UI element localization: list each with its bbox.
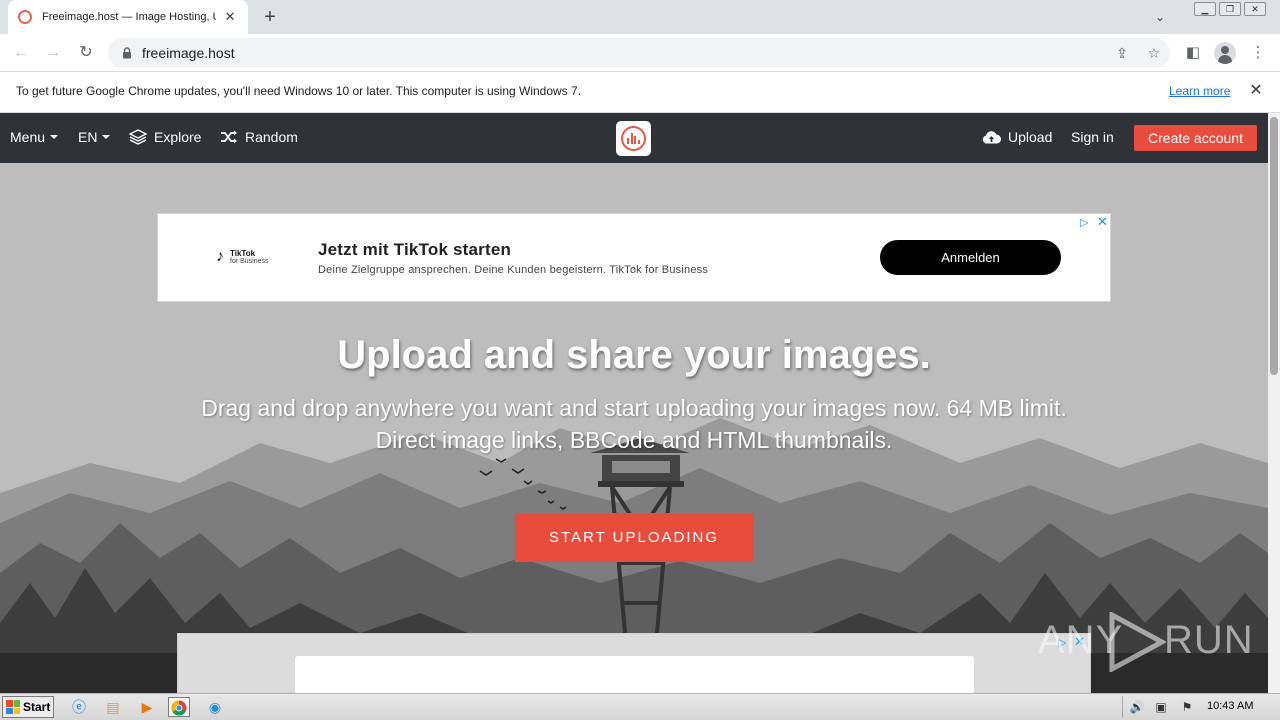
page-scrollbar[interactable] <box>1268 113 1280 693</box>
hero-title: Upload and share your images. <box>337 333 931 377</box>
layers-icon <box>129 129 147 145</box>
random-link[interactable]: Random <box>220 129 298 145</box>
language-dropdown[interactable]: EN <box>78 129 111 145</box>
reload-icon[interactable]: ↻ <box>75 42 97 64</box>
edge-icon[interactable]: ◉ <box>204 697 226 717</box>
learn-more-link[interactable]: Learn more <box>1169 84 1230 98</box>
lock-icon <box>123 47 131 59</box>
menu-dropdown[interactable]: Menu <box>10 129 59 145</box>
system-tray: 🔊 ▣ ⚑ 10:43 AM <box>1122 696 1278 718</box>
windows-flag-icon <box>6 700 20 714</box>
menu-label: Menu <box>10 129 46 145</box>
ad-close-icon[interactable]: ✕ <box>1097 214 1108 230</box>
browser-toolbar: ← → ↻ freeimage.host ⇪ ☆ ◧ ⋮ <box>0 34 1280 72</box>
action-center-flag-icon[interactable]: ⚑ <box>1179 699 1195 715</box>
profile-avatar-icon[interactable] <box>1214 42 1236 64</box>
logo-bars-icon <box>627 133 640 144</box>
file-explorer-icon[interactable]: ▤ <box>102 697 124 717</box>
anyrun-watermark: ANY RUN <box>1038 610 1253 672</box>
infobar-message: To get future Google Chrome updates, you… <box>16 84 582 98</box>
play-triangle-icon <box>1109 612 1166 672</box>
tiktok-logo: ♪ TikTok for Business <box>216 248 269 265</box>
bookmark-star-icon[interactable]: ☆ <box>1145 44 1163 62</box>
start-uploading-button[interactable]: START UPLOADING <box>515 513 753 562</box>
ad-subtitle: Deine Zielgruppe ansprechen. Deine Kunde… <box>318 264 709 276</box>
bottom-ad-banner[interactable]: ▷ ✕ <box>177 633 1091 693</box>
tab-search-icon[interactable]: ⌄ <box>1150 7 1170 27</box>
side-panel-icon[interactable]: ◧ <box>1182 42 1204 64</box>
random-label: Random <box>245 129 298 145</box>
explore-label: Explore <box>154 129 202 145</box>
forward-arrow-icon[interactable]: → <box>42 42 64 64</box>
ad-title: Jetzt mit TikTok starten <box>318 240 512 259</box>
ad-signup-button[interactable]: Anmelden <box>880 240 1061 275</box>
site-logo[interactable] <box>616 121 651 156</box>
hero-subtitle-line-2: Direct image links, BBCode and HTML thum… <box>375 427 893 453</box>
cloud-upload-icon <box>982 131 1001 144</box>
site-header: Menu EN Explore Random Upload Sign in Cr… <box>0 113 1268 163</box>
restore-icon[interactable]: ❐ <box>1219 2 1241 16</box>
browser-tab[interactable]: Freeimage.host — Image Hosting, U ✕ <box>8 0 248 34</box>
taskbar-clock[interactable]: 10:43 AM <box>1207 700 1253 712</box>
window-close-icon[interactable]: ✕ <box>1244 2 1266 16</box>
tiktok-note-icon: ♪ <box>216 248 224 265</box>
back-arrow-icon[interactable]: ← <box>10 42 32 64</box>
explore-link[interactable]: Explore <box>129 129 201 145</box>
scrollbar-thumb[interactable] <box>1270 117 1278 375</box>
browser-tab-strip: Freeimage.host — Image Hosting, U ✕ + ⌄ … <box>0 0 1280 34</box>
ad-choices-icon[interactable]: ▷ <box>1080 216 1088 229</box>
tiktok-ad-banner[interactable]: ♪ TikTok for Business Jetzt mit TikTok s… <box>157 213 1111 302</box>
create-account-button[interactable]: Create account <box>1134 125 1257 151</box>
bottom-ad-content <box>295 656 974 693</box>
tab-close-icon[interactable]: ✕ <box>222 9 238 25</box>
sign-in-link[interactable]: Sign in <box>1071 129 1114 145</box>
media-player-icon[interactable]: ▶ <box>136 697 158 717</box>
new-tab-icon[interactable]: + <box>258 5 282 29</box>
caret-down-icon <box>50 135 59 139</box>
tab-title: Freeimage.host — Image Hosting, U <box>42 11 217 23</box>
address-bar[interactable]: freeimage.host ⇪ ☆ <box>108 38 1170 68</box>
chrome-menu-icon[interactable]: ⋮ <box>1247 42 1269 64</box>
update-infobar: To get future Google Chrome updates, you… <box>0 72 1280 113</box>
upload-link[interactable]: Upload <box>982 129 1052 145</box>
internet-explorer-icon[interactable]: ⓔ <box>68 697 90 717</box>
hero-subtitle-line-1: Drag and drop anywhere you want and star… <box>201 395 1067 421</box>
windows-taskbar: Start ⓔ ▤ ▶ ◉ 🔊 ▣ ⚑ 10:43 AM <box>0 693 1280 720</box>
tab-favicon-icon <box>18 10 32 24</box>
chrome-taskbar-icon[interactable] <box>168 697 190 717</box>
language-label: EN <box>78 129 98 145</box>
volume-icon[interactable]: 🔊 <box>1129 699 1145 715</box>
upload-label: Upload <box>1008 129 1053 145</box>
start-button[interactable]: Start <box>2 696 54 718</box>
window-controls: ▁ ❐ ✕ <box>1191 2 1266 16</box>
network-icon[interactable]: ▣ <box>1153 699 1169 715</box>
infobar-close-icon[interactable]: ✕ <box>1246 81 1266 101</box>
url-text: freeimage.host <box>142 45 235 61</box>
share-icon[interactable]: ⇪ <box>1113 44 1131 62</box>
caret-down-icon <box>102 135 111 139</box>
minimize-icon[interactable]: ▁ <box>1194 2 1216 16</box>
shuffle-icon <box>221 130 237 144</box>
